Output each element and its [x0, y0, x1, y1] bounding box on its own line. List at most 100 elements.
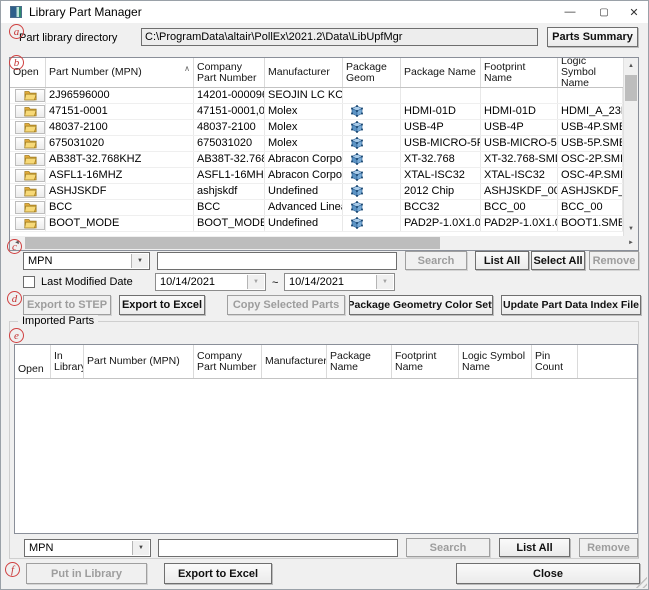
column-header-pin-count[interactable]: Pin Count: [532, 345, 578, 378]
open-part-button[interactable]: [15, 105, 45, 118]
table-row[interactable]: 675031020 675031020 Molex USB-MICRO-5P U…: [10, 136, 623, 152]
3d-package-icon: [351, 121, 363, 133]
table-row[interactable]: 48037-2100 48037-2100 Molex USB-4P USB-4…: [10, 120, 623, 136]
close-button[interactable]: Close: [456, 563, 640, 584]
scroll-right-icon[interactable]: ►: [624, 236, 638, 250]
column-header-company-part-number[interactable]: Company Part Number: [194, 58, 265, 87]
column-header-in-library[interactable]: In Library: [51, 345, 84, 378]
library-table-header: Open Part Number (MPN)∧ Company Part Num…: [10, 58, 623, 88]
cell-part-number: ASHJSKDF: [46, 184, 194, 199]
column-header-package-geom[interactable]: Package Geom: [343, 58, 401, 87]
column-header-part-number[interactable]: Part Number (MPN): [84, 345, 194, 378]
chevron-down-icon[interactable]: ▼: [247, 275, 264, 289]
cell-package-geom: [343, 136, 401, 151]
export-to-step-button[interactable]: Export to STEP: [23, 295, 111, 315]
title-bar[interactable]: Library Part Manager — ▢ ✕: [1, 1, 648, 23]
table-row[interactable]: BCC BCC Advanced Linear BCC32 BCC_00 BCC…: [10, 200, 623, 216]
maximize-button[interactable]: ▢: [589, 1, 619, 23]
footer-export-to-excel-button[interactable]: Export to Excel: [164, 563, 272, 584]
open-part-button[interactable]: [15, 89, 45, 102]
3d-package-icon: [351, 153, 363, 165]
table-row[interactable]: ASHJSKDF ashjskdf Undefined 2012 Chip AS…: [10, 184, 623, 200]
imported-list-all-button[interactable]: List All: [499, 538, 570, 557]
horizontal-scrollbar[interactable]: ◄ ►: [10, 236, 638, 250]
column-header-part-number[interactable]: Part Number (MPN)∧: [46, 58, 194, 87]
export-to-excel-button[interactable]: Export to Excel: [119, 295, 205, 315]
imported-table-header: Open In Library Part Number (MPN) Compan…: [15, 345, 637, 379]
library-part-manager-dialog: Library Part Manager — ▢ ✕ a Part librar…: [0, 0, 649, 590]
imported-parts-group: Imported Parts Open In Library Part Numb…: [9, 321, 639, 559]
cell-manufacturer: Abracon Corporat: [265, 152, 343, 167]
package-geometry-color-setting-button[interactable]: 3D Package Geometry Color Setting: [349, 295, 493, 315]
search-field-selector[interactable]: MPN ▼: [23, 252, 150, 270]
open-part-button[interactable]: [15, 201, 45, 214]
close-icon[interactable]: ✕: [619, 1, 649, 23]
directory-path-field[interactable]: C:\ProgramData\altair\PollEx\2021.2\Data…: [141, 28, 538, 46]
chevron-down-icon[interactable]: ▼: [132, 541, 149, 555]
remove-button[interactable]: Remove: [589, 251, 639, 270]
minimize-button[interactable]: —: [555, 1, 585, 23]
cell-company: ashjskdf: [194, 184, 265, 199]
sort-ascending-icon: ∧: [184, 63, 190, 74]
imported-search-field-selector[interactable]: MPN ▼: [24, 539, 151, 557]
chevron-down-icon[interactable]: ▼: [131, 254, 148, 268]
imported-parts-label: Imported Parts: [18, 315, 98, 327]
app-icon: [10, 6, 22, 18]
open-part-button[interactable]: [15, 169, 45, 182]
cell-footprint: PAD2P-1.0X1.0: [481, 216, 558, 231]
open-part-button[interactable]: [15, 217, 45, 230]
vertical-scrollbar[interactable]: ▲ ▼: [623, 58, 638, 236]
cell-manufacturer: Molex: [265, 120, 343, 135]
annotation-c: c: [7, 239, 22, 254]
cell-package: PAD2P-1.0X1.0: [401, 216, 481, 231]
imported-remove-button[interactable]: Remove: [579, 538, 638, 557]
column-header-footprint-name[interactable]: Footprint Name: [392, 345, 459, 378]
update-part-data-index-button[interactable]: Update Part Data Index File: [501, 295, 641, 315]
column-header-manufacturer[interactable]: Manufacturer: [262, 345, 327, 378]
imported-search-input[interactable]: [158, 539, 398, 557]
column-header-footprint-name[interactable]: Footprint Name: [481, 58, 558, 87]
cell-part-number: 48037-2100: [46, 120, 194, 135]
open-part-button[interactable]: [15, 137, 45, 150]
library-table-body: 2J96596000 14201-000096,A, SEOJIN LC KOR…: [10, 88, 623, 232]
column-header-company-part-number[interactable]: Company Part Number: [194, 345, 262, 378]
open-part-button[interactable]: [15, 121, 45, 134]
vertical-scroll-thumb[interactable]: [625, 75, 637, 101]
table-row[interactable]: 2J96596000 14201-000096,A, SEOJIN LC KOR…: [10, 88, 623, 104]
last-modified-checkbox[interactable]: [23, 276, 35, 288]
column-header-package-name[interactable]: Package Name: [327, 345, 392, 378]
3d-package-icon: [351, 201, 363, 213]
copy-selected-parts-button[interactable]: Copy Selected Parts: [227, 295, 345, 315]
cell-package: 2012 Chip: [401, 184, 481, 199]
table-row[interactable]: BOOT_MODE BOOT_MODE,070 Undefined PAD2P-…: [10, 216, 623, 232]
horizontal-scroll-thumb[interactable]: [25, 237, 440, 249]
put-in-library-button[interactable]: Put in Library: [26, 563, 147, 584]
parts-summary-button[interactable]: Parts Summary: [547, 27, 638, 47]
open-part-button[interactable]: [15, 153, 45, 166]
table-row[interactable]: 47151-0001 47151-0001,0712 Molex HDMI-01…: [10, 104, 623, 120]
scroll-down-icon[interactable]: ▼: [624, 221, 638, 236]
table-row[interactable]: ASFL1-16MHZ ASFL1-16MHZ,07 Abracon Corpo…: [10, 168, 623, 184]
column-header-package-name[interactable]: Package Name: [401, 58, 481, 87]
select-all-button[interactable]: Select All: [531, 251, 585, 270]
table-row[interactable]: AB38T-32.768KHZ AB38T-32.768KH Abracon C…: [10, 152, 623, 168]
imported-search-button[interactable]: Search: [406, 538, 490, 557]
cell-package-geom: [343, 168, 401, 183]
cell-logic-symbol: ASHJSKDF_00: [558, 184, 623, 199]
scroll-up-icon[interactable]: ▲: [624, 58, 638, 73]
folder-icon: [24, 202, 37, 213]
search-button[interactable]: Search: [405, 251, 467, 270]
column-header-logic-symbol-name[interactable]: Logic Symbol Name: [459, 345, 532, 378]
cell-footprint: ASHJSKDF_00,AS: [481, 184, 558, 199]
column-header-logic-symbol-name[interactable]: Logic Symbol Name: [558, 58, 623, 87]
list-all-button[interactable]: List All: [475, 251, 529, 270]
chevron-down-icon[interactable]: ▼: [376, 275, 393, 289]
open-part-button[interactable]: [15, 185, 45, 198]
column-header-manufacturer[interactable]: Manufacturer: [265, 58, 343, 87]
search-input[interactable]: [157, 252, 397, 270]
folder-icon: [24, 186, 37, 197]
column-header-open[interactable]: Open: [15, 345, 51, 378]
date-to-picker[interactable]: 10/14/2021 ▼: [284, 273, 395, 291]
cell-footprint: BCC_00: [481, 200, 558, 215]
date-from-picker[interactable]: 10/14/2021 ▼: [155, 273, 266, 291]
